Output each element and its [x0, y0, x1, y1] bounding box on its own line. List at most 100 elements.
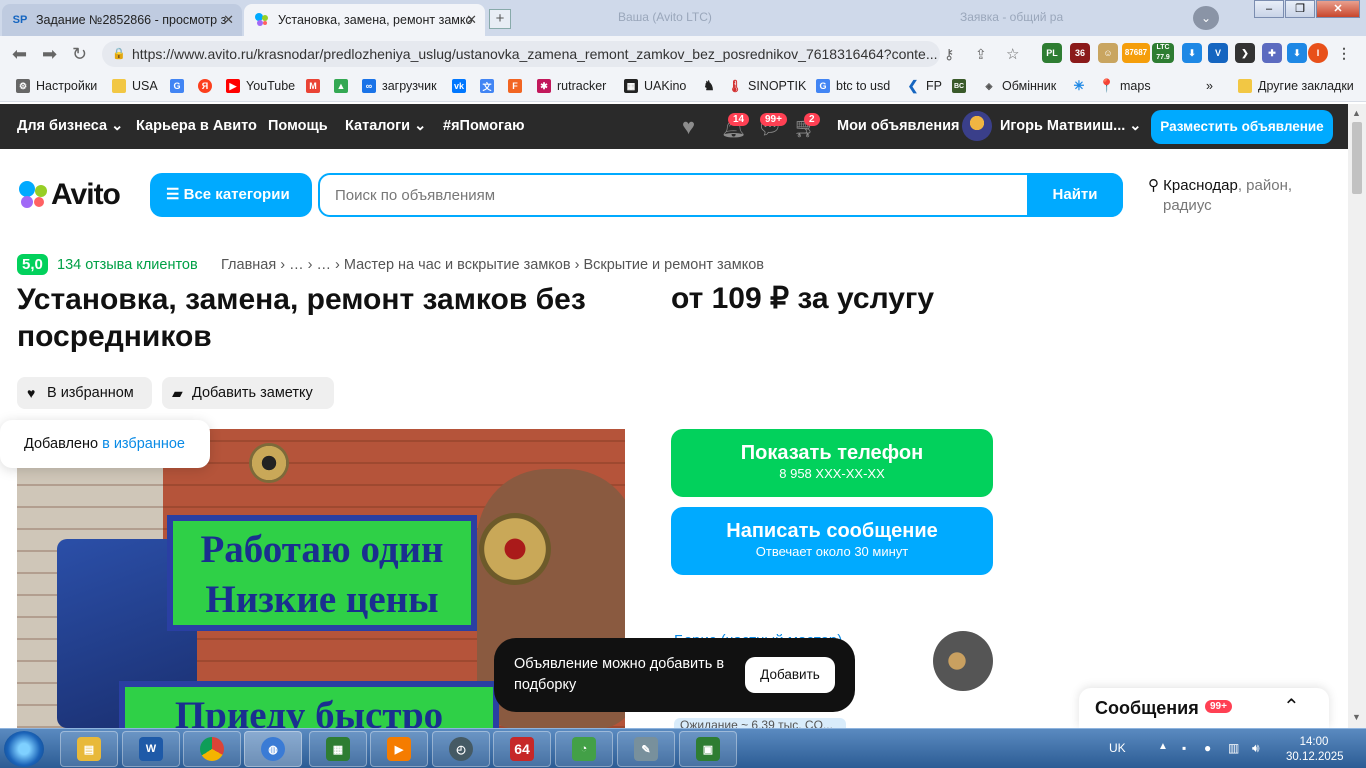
- bookmark-star-icon[interactable]: ☆: [1006, 45, 1019, 63]
- nav-catalogs[interactable]: Каталоги ⌄: [345, 118, 426, 134]
- page-scrollbar[interactable]: ▲ ▼: [1348, 104, 1366, 728]
- all-categories-button[interactable]: ☰ Все категории: [150, 173, 312, 217]
- bookmark-star[interactable]: ✳: [1072, 78, 1092, 93]
- bookmark-sinoptik[interactable]: 🌡 SINOPTIK: [727, 79, 806, 93]
- extension-pl-icon[interactable]: PL: [1042, 43, 1062, 63]
- volume-icon[interactable]: 🔊︎: [1252, 741, 1260, 756]
- scroll-down-icon[interactable]: ▼: [1352, 712, 1361, 722]
- taskbar-shield[interactable]: W: [122, 731, 180, 767]
- taskbar-terminal[interactable]: ▣: [679, 731, 737, 767]
- nav-ya-pomogayu[interactable]: #яПомогаю: [443, 118, 525, 134]
- forward-icon[interactable]: ➡: [42, 44, 57, 65]
- url-field[interactable]: 🔒 https://www.avito.ru/krasnodar/predloz…: [102, 41, 940, 67]
- tray-color-icon[interactable]: ●: [1204, 741, 1211, 755]
- bookmark-google[interactable]: G: [170, 79, 190, 93]
- avito-logo[interactable]: Avito: [17, 178, 121, 212]
- user-menu[interactable]: Игорь Матвииш... ⌄: [1000, 118, 1141, 134]
- maximize-button[interactable]: ❐: [1285, 0, 1315, 18]
- extension-btc-icon[interactable]: 87687: [1122, 43, 1150, 63]
- bookmark-drive[interactable]: ▲: [334, 79, 354, 93]
- tray-app-icon[interactable]: ▪: [1182, 741, 1186, 755]
- location-selector[interactable]: ⚲ Краснодар, район, радиус: [1148, 176, 1328, 216]
- tab-avito[interactable]: Установка, замена, ремонт замко ✕: [244, 4, 485, 36]
- other-bookmarks[interactable]: Другие закладки: [1238, 79, 1354, 93]
- bookmark-usa[interactable]: USA: [112, 79, 158, 93]
- favorite-chip[interactable]: ♥ В избранном: [17, 377, 152, 409]
- nav-help[interactable]: Помощь: [268, 118, 328, 134]
- bookmark-uakino[interactable]: ▦ UAKino: [624, 79, 686, 93]
- find-button[interactable]: Найти: [1027, 173, 1123, 217]
- close-icon[interactable]: ✕: [223, 12, 234, 28]
- taskbar-64[interactable]: 64: [493, 731, 551, 767]
- taskbar-clock[interactable]: ◴: [432, 731, 490, 767]
- network-tray-icon[interactable]: ▥: [1228, 741, 1239, 755]
- bookmark-exchange[interactable]: ◈ Обмінник: [982, 79, 1057, 93]
- system-clock[interactable]: 14:00 30.12.2025: [1286, 735, 1344, 765]
- window-close-button[interactable]: ✕: [1316, 0, 1360, 18]
- add-note-chip[interactable]: ▰ Добавить заметку: [162, 377, 334, 409]
- seller-avatar[interactable]: [933, 631, 993, 691]
- bookmarks-more-button[interactable]: »: [1206, 79, 1213, 93]
- bookmark-vk[interactable]: vk: [452, 79, 472, 93]
- extension-v-icon[interactable]: V: [1208, 43, 1228, 63]
- avatar[interactable]: [962, 111, 992, 141]
- scroll-up-icon[interactable]: ▲: [1352, 108, 1361, 118]
- close-icon[interactable]: ✕: [466, 12, 477, 28]
- start-button[interactable]: [4, 731, 44, 767]
- downloads-icon[interactable]: ⬇: [1287, 43, 1307, 63]
- chevron-down-icon[interactable]: ⌄: [1193, 6, 1219, 30]
- bookmark-yandex[interactable]: Я: [198, 79, 218, 93]
- back-icon[interactable]: ⬅: [12, 44, 27, 65]
- breadcrumb[interactable]: Главная › … › … › Мастер на час и вскрыт…: [221, 257, 764, 273]
- taskbar-calc[interactable]: ▦: [309, 731, 367, 767]
- taskbar-notepad[interactable]: ✎: [617, 731, 675, 767]
- minimize-button[interactable]: ‒: [1254, 0, 1284, 18]
- profile-icon[interactable]: I: [1308, 43, 1328, 63]
- bookmark-maps[interactable]: 📍 maps: [1099, 78, 1151, 93]
- share-icon[interactable]: ⇪: [975, 46, 987, 63]
- show-phone-button[interactable]: Показать телефон 8 958 XXX-XX-XX: [671, 429, 993, 497]
- bookmark-translate[interactable]: 文: [480, 79, 500, 93]
- bookmark-settings[interactable]: ⚙ Настройки: [16, 79, 97, 93]
- taskbar-media[interactable]: ▶: [370, 731, 428, 767]
- toast-favorites-link[interactable]: в избранное: [102, 436, 185, 452]
- taskbar-chart[interactable]: ◔: [555, 731, 613, 767]
- key-icon[interactable]: ⚷: [944, 46, 954, 63]
- add-to-collection-button[interactable]: Добавить: [745, 657, 835, 693]
- bookmark-chess[interactable]: ♞: [702, 78, 722, 93]
- taskbar-chrome[interactable]: [183, 731, 241, 767]
- tab-task[interactable]: SP Задание №2852866 - просмотр з ✕: [2, 4, 242, 36]
- bookmark-f[interactable]: F: [508, 79, 528, 93]
- bookmark-youtube[interactable]: ▶ YouTube: [226, 79, 295, 93]
- write-message-button[interactable]: Написать сообщение Отвечает около 30 мин…: [671, 507, 993, 575]
- puzzle-icon[interactable]: ✚: [1262, 43, 1282, 63]
- menu-icon[interactable]: ⋮: [1334, 43, 1354, 63]
- extension-36-icon[interactable]: 36: [1070, 43, 1090, 63]
- language-indicator[interactable]: UK: [1109, 741, 1126, 755]
- bookmark-fp[interactable]: ❮ FP: [906, 78, 942, 93]
- extension-arrow-icon[interactable]: ❯: [1235, 43, 1255, 63]
- extension-face-icon[interactable]: ☺: [1098, 43, 1118, 63]
- chevron-up-icon[interactable]: ⌃: [1283, 694, 1300, 719]
- extension-ltc-icon[interactable]: LTC 77.9: [1152, 43, 1174, 63]
- bookmark-btc[interactable]: Gbtc to usd: [816, 79, 890, 93]
- my-ads-link[interactable]: Мои объявления: [837, 118, 959, 134]
- download-ext-icon[interactable]: ⬇: [1182, 43, 1202, 63]
- messages-widget[interactable]: Сообщения 99+ ⌃: [1079, 688, 1329, 728]
- bookmark-bc[interactable]: BC: [952, 79, 972, 93]
- taskbar-explorer[interactable]: ▤: [60, 731, 118, 767]
- tray-expand-icon[interactable]: ▲: [1158, 741, 1168, 752]
- nav-career[interactable]: Карьера в Авито: [136, 118, 257, 134]
- bookmark-gmail[interactable]: M: [306, 79, 326, 93]
- search-input[interactable]: [335, 185, 1015, 205]
- reload-icon[interactable]: ↻: [72, 44, 87, 65]
- taskbar-network[interactable]: ◍: [244, 731, 302, 767]
- bookmark-rutracker[interactable]: ✱ rutracker: [537, 79, 606, 93]
- nav-business[interactable]: Для бизнеса ⌄: [17, 118, 123, 134]
- heart-icon[interactable]: ♥: [682, 114, 695, 140]
- scroll-thumb[interactable]: [1352, 122, 1362, 194]
- reviews-link[interactable]: 134 отзыва клиентов: [57, 257, 198, 273]
- bookmark-loader[interactable]: ∞ загрузчик: [362, 79, 437, 93]
- post-ad-button[interactable]: Разместить объявление: [1151, 110, 1333, 144]
- new-tab-button[interactable]: +: [489, 9, 511, 29]
